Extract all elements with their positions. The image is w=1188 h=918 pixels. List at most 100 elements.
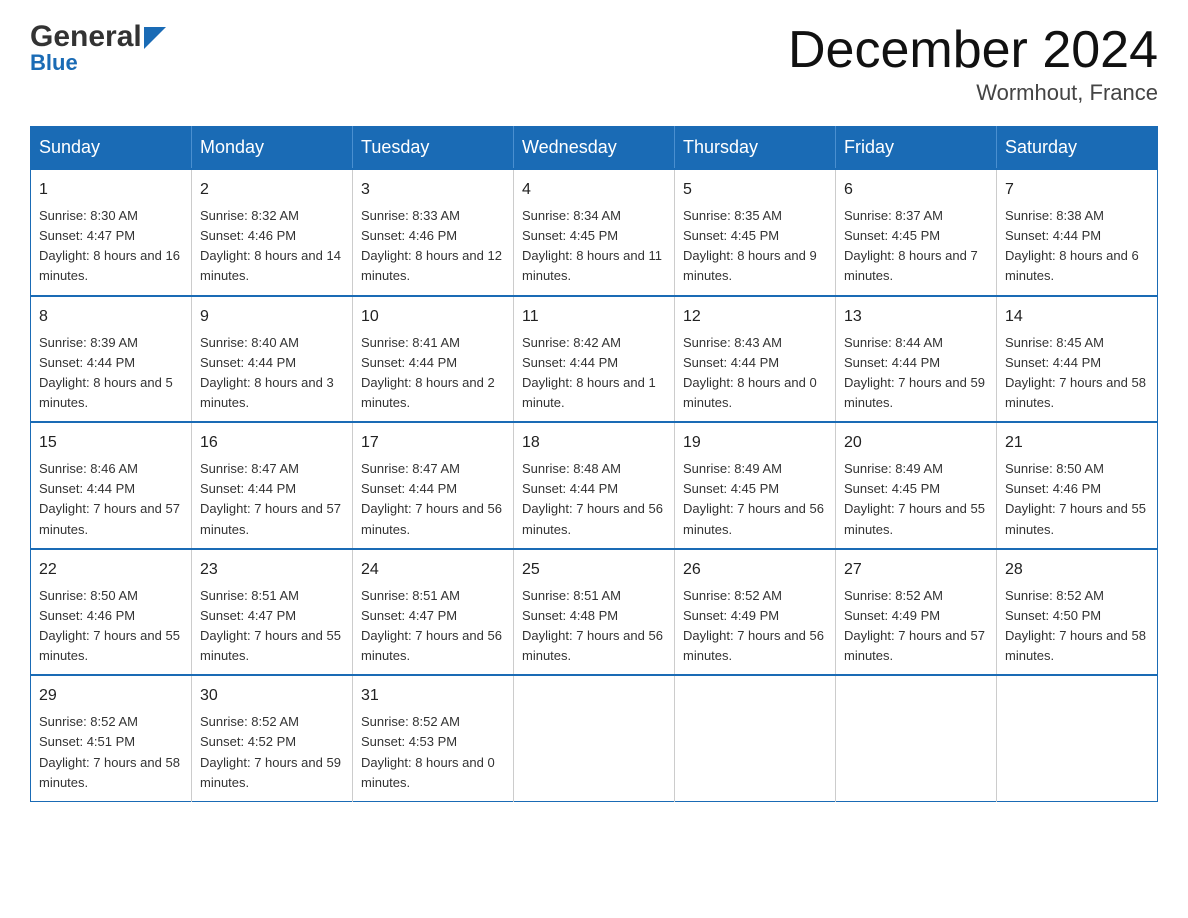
cell-1-2: 2 Sunrise: 8:32 AMSunset: 4:46 PMDaylight… <box>192 169 353 296</box>
day-number: 18 <box>522 431 666 455</box>
day-number: 10 <box>361 305 505 329</box>
calendar-table: SundayMondayTuesdayWednesdayThursdayFrid… <box>30 126 1158 802</box>
cell-1-3: 3Sunrise: 8:33 AMSunset: 4:46 PMDaylight… <box>353 169 514 296</box>
day-info: Sunrise: 8:38 AMSunset: 4:44 PMDaylight:… <box>1005 206 1149 287</box>
day-info: Sunrise: 8:52 AMSunset: 4:49 PMDaylight:… <box>683 586 827 667</box>
day-info: Sunrise: 8:46 AMSunset: 4:44 PMDaylight:… <box>39 459 183 540</box>
cell-5-5 <box>675 675 836 801</box>
cell-3-3: 17 Sunrise: 8:47 AMSunset: 4:44 PMDayligh… <box>353 422 514 549</box>
day-number: 29 <box>39 684 183 708</box>
cell-2-1: 8 Sunrise: 8:39 AMSunset: 4:44 PMDaylight… <box>31 296 192 423</box>
day-info: Sunrise: 8:52 AMSunset: 4:53 PMDaylight:… <box>361 712 505 793</box>
page-title: December 2024 <box>788 20 1158 80</box>
calendar-header: SundayMondayTuesdayWednesdayThursdayFrid… <box>31 127 1158 170</box>
day-number: 12 <box>683 305 827 329</box>
day-info: Sunrise: 8:35 AMSunset: 4:45 PMDaylight:… <box>683 206 827 287</box>
day-info: Sunrise: 8:43 AMSunset: 4:44 PMDaylight:… <box>683 333 827 414</box>
day-number: 1 <box>39 178 183 202</box>
logo-general-text: General <box>30 20 142 54</box>
day-number: 15 <box>39 431 183 455</box>
day-number: 17 <box>361 431 505 455</box>
day-info: Sunrise: 8:51 AMSunset: 4:48 PMDaylight:… <box>522 586 666 667</box>
day-number: 7 <box>1005 178 1149 202</box>
cell-5-3: 31 Sunrise: 8:52 AMSunset: 4:53 PMDayligh… <box>353 675 514 801</box>
day-number: 21 <box>1005 431 1149 455</box>
day-info: Sunrise: 8:51 AMSunset: 4:47 PMDaylight:… <box>361 586 505 667</box>
cell-3-4: 18Sunrise: 8:48 AMSunset: 4:44 PMDayligh… <box>514 422 675 549</box>
day-info: Sunrise: 8:37 AMSunset: 4:45 PMDaylight:… <box>844 206 988 287</box>
day-number: 31 <box>361 684 505 708</box>
day-number: 8 <box>39 305 183 329</box>
cell-3-1: 15 Sunrise: 8:46 AMSunset: 4:44 PMDayligh… <box>31 422 192 549</box>
day-info: Sunrise: 8:52 AMSunset: 4:51 PMDaylight:… <box>39 712 183 793</box>
cell-5-6 <box>836 675 997 801</box>
header-wednesday: Wednesday <box>514 127 675 170</box>
day-number: 11 <box>522 305 666 329</box>
header-saturday: Saturday <box>997 127 1158 170</box>
logo: General Blue <box>30 20 166 76</box>
week-row-2: 8 Sunrise: 8:39 AMSunset: 4:44 PMDaylight… <box>31 296 1158 423</box>
cell-1-7: 7 Sunrise: 8:38 AMSunset: 4:44 PMDaylight… <box>997 169 1158 296</box>
cell-5-7 <box>997 675 1158 801</box>
cell-1-4: 4Sunrise: 8:34 AMSunset: 4:45 PMDaylight… <box>514 169 675 296</box>
cell-5-4 <box>514 675 675 801</box>
header-row: SundayMondayTuesdayWednesdayThursdayFrid… <box>31 127 1158 170</box>
day-info: Sunrise: 8:47 AMSunset: 4:44 PMDaylight:… <box>200 459 344 540</box>
day-info: Sunrise: 8:50 AMSunset: 4:46 PMDaylight:… <box>39 586 183 667</box>
cell-1-6: 6 Sunrise: 8:37 AMSunset: 4:45 PMDaylight… <box>836 169 997 296</box>
day-number: 6 <box>844 178 988 202</box>
cell-4-4: 25 Sunrise: 8:51 AMSunset: 4:48 PMDayligh… <box>514 549 675 676</box>
week-row-1: 1Sunrise: 8:30 AMSunset: 4:47 PMDaylight… <box>31 169 1158 296</box>
cell-5-1: 29 Sunrise: 8:52 AMSunset: 4:51 PMDayligh… <box>31 675 192 801</box>
cell-3-6: 20 Sunrise: 8:49 AMSunset: 4:45 PMDayligh… <box>836 422 997 549</box>
day-info: Sunrise: 8:52 AMSunset: 4:49 PMDaylight:… <box>844 586 988 667</box>
day-info: Sunrise: 8:49 AMSunset: 4:45 PMDaylight:… <box>844 459 988 540</box>
header-friday: Friday <box>836 127 997 170</box>
day-number: 28 <box>1005 558 1149 582</box>
cell-4-3: 24 Sunrise: 8:51 AMSunset: 4:47 PMDayligh… <box>353 549 514 676</box>
day-number: 3 <box>361 178 505 202</box>
day-info: Sunrise: 8:52 AMSunset: 4:52 PMDaylight:… <box>200 712 344 793</box>
day-info: Sunrise: 8:47 AMSunset: 4:44 PMDaylight:… <box>361 459 505 540</box>
cell-4-2: 23Sunrise: 8:51 AMSunset: 4:47 PMDayligh… <box>192 549 353 676</box>
day-number: 20 <box>844 431 988 455</box>
cell-3-5: 19 Sunrise: 8:49 AMSunset: 4:45 PMDayligh… <box>675 422 836 549</box>
day-info: Sunrise: 8:34 AMSunset: 4:45 PMDaylight:… <box>522 206 666 287</box>
day-info: Sunrise: 8:41 AMSunset: 4:44 PMDaylight:… <box>361 333 505 414</box>
day-info: Sunrise: 8:32 AMSunset: 4:46 PMDaylight:… <box>200 206 344 287</box>
header-sunday: Sunday <box>31 127 192 170</box>
cell-3-2: 16 Sunrise: 8:47 AMSunset: 4:44 PMDayligh… <box>192 422 353 549</box>
day-info: Sunrise: 8:52 AMSunset: 4:50 PMDaylight:… <box>1005 586 1149 667</box>
cell-2-7: 14Sunrise: 8:45 AMSunset: 4:44 PMDayligh… <box>997 296 1158 423</box>
day-number: 19 <box>683 431 827 455</box>
day-info: Sunrise: 8:44 AMSunset: 4:44 PMDaylight:… <box>844 333 988 414</box>
header-monday: Monday <box>192 127 353 170</box>
day-number: 16 <box>200 431 344 455</box>
cell-2-5: 12 Sunrise: 8:43 AMSunset: 4:44 PMDayligh… <box>675 296 836 423</box>
week-row-3: 15 Sunrise: 8:46 AMSunset: 4:44 PMDayligh… <box>31 422 1158 549</box>
day-number: 13 <box>844 305 988 329</box>
header-thursday: Thursday <box>675 127 836 170</box>
day-number: 2 <box>200 178 344 202</box>
day-number: 26 <box>683 558 827 582</box>
week-row-5: 29 Sunrise: 8:52 AMSunset: 4:51 PMDayligh… <box>31 675 1158 801</box>
cell-2-6: 13 Sunrise: 8:44 AMSunset: 4:44 PMDayligh… <box>836 296 997 423</box>
day-number: 5 <box>683 178 827 202</box>
cell-3-7: 21Sunrise: 8:50 AMSunset: 4:46 PMDayligh… <box>997 422 1158 549</box>
day-info: Sunrise: 8:39 AMSunset: 4:44 PMDaylight:… <box>39 333 183 414</box>
cell-4-6: 27 Sunrise: 8:52 AMSunset: 4:49 PMDayligh… <box>836 549 997 676</box>
day-number: 25 <box>522 558 666 582</box>
title-section: December 2024 Wormhout, France <box>788 20 1158 106</box>
cell-1-1: 1Sunrise: 8:30 AMSunset: 4:47 PMDaylight… <box>31 169 192 296</box>
cell-1-5: 5 Sunrise: 8:35 AMSunset: 4:45 PMDaylight… <box>675 169 836 296</box>
cell-4-5: 26 Sunrise: 8:52 AMSunset: 4:49 PMDayligh… <box>675 549 836 676</box>
cell-2-3: 10 Sunrise: 8:41 AMSunset: 4:44 PMDayligh… <box>353 296 514 423</box>
calendar-body: 1Sunrise: 8:30 AMSunset: 4:47 PMDaylight… <box>31 169 1158 801</box>
day-info: Sunrise: 8:49 AMSunset: 4:45 PMDaylight:… <box>683 459 827 540</box>
page-subtitle: Wormhout, France <box>788 80 1158 106</box>
cell-4-7: 28 Sunrise: 8:52 AMSunset: 4:50 PMDayligh… <box>997 549 1158 676</box>
cell-5-2: 30Sunrise: 8:52 AMSunset: 4:52 PMDayligh… <box>192 675 353 801</box>
day-number: 24 <box>361 558 505 582</box>
day-number: 27 <box>844 558 988 582</box>
page-header: General Blue December 2024 Wormhout, Fra… <box>30 20 1158 106</box>
